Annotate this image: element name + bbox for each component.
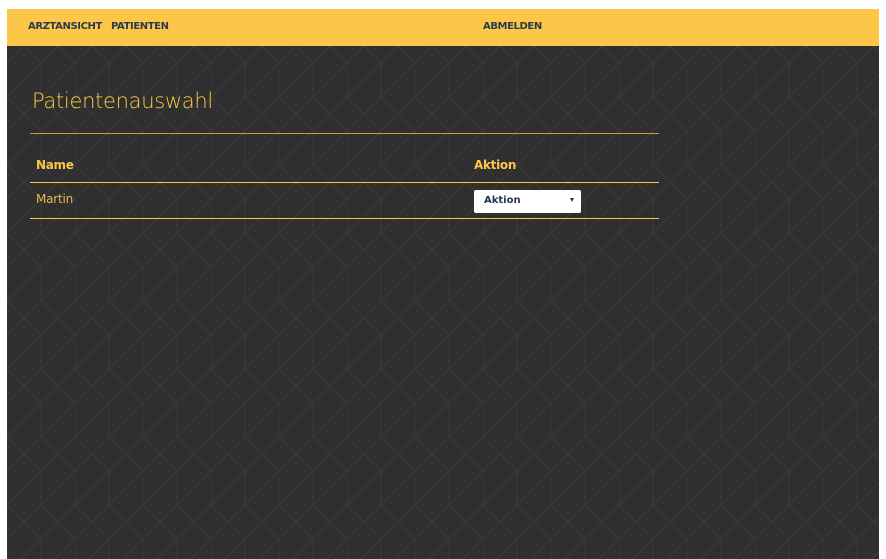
background-pattern (7, 46, 879, 559)
nav-patienten-link[interactable]: PATIENTEN (111, 21, 169, 32)
title-divider (30, 133, 659, 134)
column-header-aktion: Aktion (474, 158, 517, 172)
patient-name-cell: Martin (36, 192, 74, 206)
nav-abmelden-link[interactable]: ABMELDEN (483, 21, 542, 32)
page-title: Patientenauswahl (32, 89, 213, 113)
app-frame: ARZTANSICHT PATIENTEN ABMELDEN Patienten… (7, 9, 879, 559)
action-select[interactable]: Aktion (474, 190, 581, 213)
table-row-divider (30, 218, 659, 219)
nav-arztansicht-link[interactable]: ARZTANSICHT (28, 21, 102, 32)
table-header-divider (30, 182, 659, 183)
column-header-name: Name (36, 158, 74, 172)
top-navbar: ARZTANSICHT PATIENTEN ABMELDEN (7, 9, 879, 46)
action-select-value: Aktion (484, 195, 521, 206)
chevron-down-icon (570, 198, 574, 202)
